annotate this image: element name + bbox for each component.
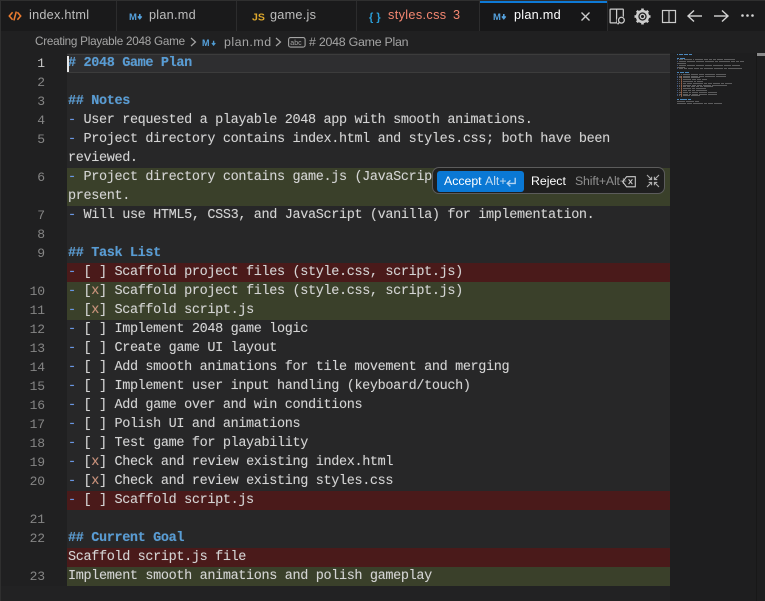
svg-text:M: M	[493, 12, 501, 23]
svg-text:JS: JS	[252, 12, 265, 24]
svg-text:M: M	[129, 12, 137, 23]
svg-text:abc: abc	[290, 40, 302, 47]
svg-text:{ }: { }	[369, 12, 381, 24]
svg-text:M: M	[202, 38, 210, 48]
